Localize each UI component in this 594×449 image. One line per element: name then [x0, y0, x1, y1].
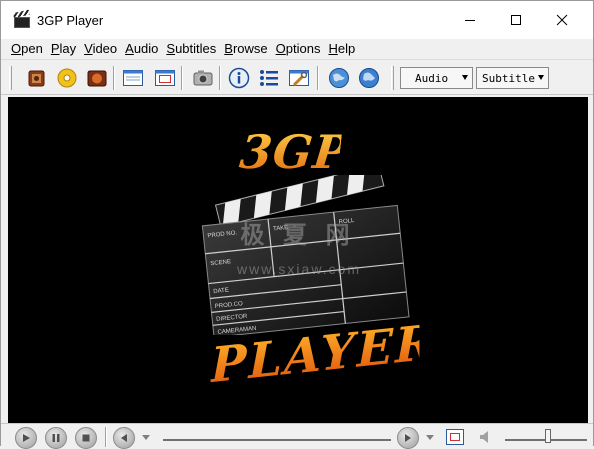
menu-help[interactable]: Help [324, 39, 359, 59]
open-url-button[interactable] [85, 66, 109, 90]
menu-subtitles[interactable]: Subtitles [162, 39, 220, 59]
clapperboard-image: PROD NO. TAKE ROLL SCENE DATE PROD.CO DI… [201, 175, 410, 335]
fullscreen-window-icon [123, 70, 143, 86]
watermark-text: 极 夏 网 [240, 222, 356, 249]
update-globe-icon [359, 68, 379, 88]
fullscreen-button[interactable] [445, 427, 465, 447]
window-title: 3GP Player [37, 12, 104, 28]
app-clapperboard-icon [12, 9, 30, 28]
toolbar-separator [219, 66, 221, 90]
screenshot-button[interactable] [191, 66, 215, 90]
playback-controls [1, 423, 593, 449]
open-disc-icon [57, 68, 77, 88]
toolbar-separator [317, 66, 319, 90]
info-icon [228, 67, 250, 89]
minimize-icon [465, 20, 475, 21]
control-separator [105, 427, 107, 447]
open-disc-button[interactable] [55, 66, 79, 90]
title-bar[interactable]: 3GP Player [1, 1, 593, 39]
menu-bar: Open Play Video Audio Subtitles Browse O… [1, 39, 593, 59]
toolbar-separator [113, 66, 115, 90]
stop-icon [82, 434, 90, 442]
web-globe-icon [329, 68, 349, 88]
fullscreen-icon [446, 429, 464, 445]
playlist-button[interactable] [257, 66, 281, 90]
app-window: 3GP Player Open Play Video Audio Subtitl… [0, 0, 594, 449]
subtitle-dropdown[interactable]: Subtitle [476, 67, 549, 89]
video-display[interactable]: 3GP PROD NO. TAKE ROLL SCENE DATE PROD.C… [8, 97, 588, 423]
chevron-down-icon [538, 75, 544, 80]
update-button[interactable] [357, 66, 381, 90]
open-url-icon [87, 70, 107, 87]
toolbar-grip[interactable] [9, 66, 12, 90]
menu-options[interactable]: Options [272, 39, 325, 59]
seek-bar[interactable] [163, 439, 391, 441]
minimize-button[interactable] [447, 1, 493, 39]
audio-dropdown-label: Audio [415, 71, 449, 85]
maximize-icon [511, 15, 521, 25]
menu-audio[interactable]: Audio [121, 39, 162, 59]
toolbar: Audio Subtitle [1, 59, 593, 95]
toolbar-grip[interactable] [391, 66, 394, 90]
subtitle-dropdown-label: Subtitle [482, 71, 535, 85]
audio-track-dropdown[interactable]: Audio [400, 67, 473, 89]
logo-text-top: 3GP [237, 125, 352, 179]
menu-browse[interactable]: Browse [220, 39, 271, 59]
playlist-icon [260, 70, 278, 86]
pause-icon [52, 434, 60, 442]
chevron-down-icon [462, 75, 468, 80]
toolbar-separator [181, 66, 183, 90]
open-file-button[interactable] [25, 66, 49, 90]
website-button[interactable] [327, 66, 351, 90]
window-mode-button[interactable] [121, 66, 145, 90]
settings-tools-icon [289, 70, 309, 87]
previous-icon [121, 434, 127, 442]
settings-button[interactable] [287, 66, 311, 90]
close-icon [556, 14, 568, 26]
volume-icon[interactable] [479, 430, 493, 444]
play-icon [23, 434, 30, 442]
fit-window-button[interactable] [153, 66, 177, 90]
menu-play[interactable]: Play [47, 39, 80, 59]
next-dropdown-icon[interactable] [425, 434, 435, 442]
volume-slider-thumb[interactable] [545, 429, 551, 443]
next-icon [405, 434, 411, 442]
previous-dropdown-icon[interactable] [141, 434, 151, 442]
menu-open[interactable]: Open [7, 39, 47, 59]
menu-video[interactable]: Video [80, 39, 121, 59]
maximize-button[interactable] [493, 1, 539, 39]
open-file-icon [28, 70, 45, 87]
screenshot-camera-icon [193, 70, 213, 86]
info-button[interactable] [227, 66, 251, 90]
fit-window-icon [155, 70, 175, 86]
close-button[interactable] [539, 1, 585, 39]
watermark-url: www.sxiaw.com [236, 261, 362, 277]
